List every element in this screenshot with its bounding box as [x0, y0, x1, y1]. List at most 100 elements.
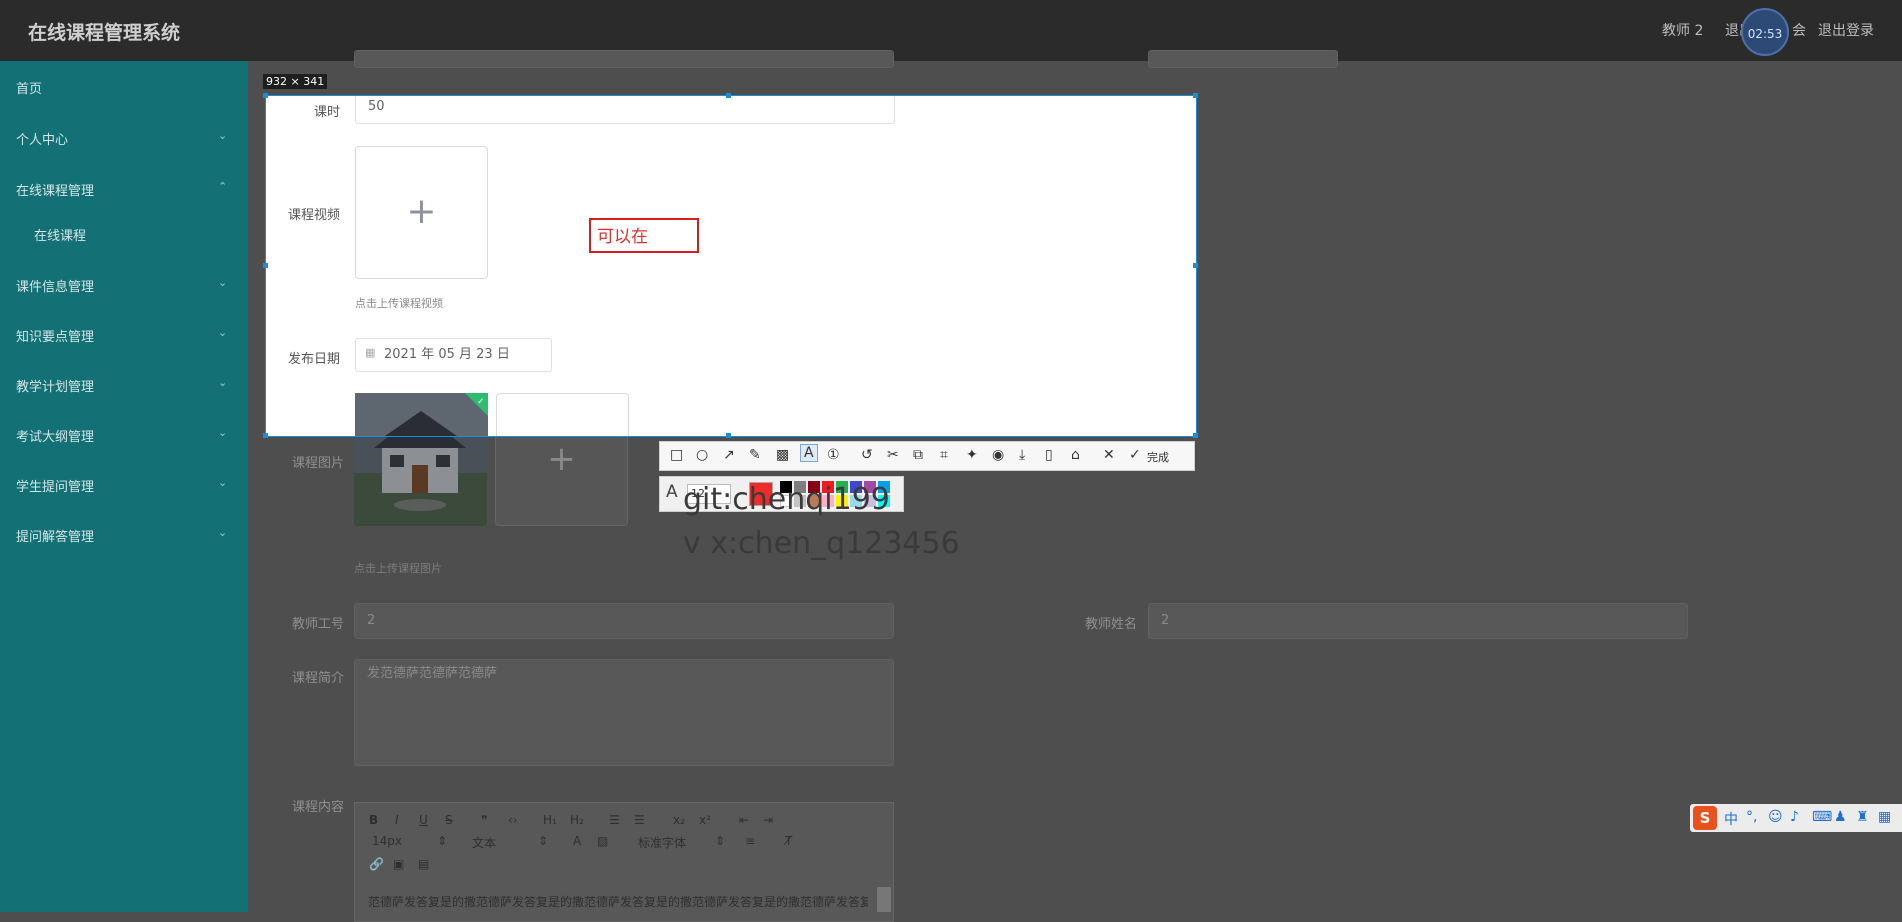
watermark-line-1: git:chenqi199: [683, 482, 890, 517]
resize-handle-ne[interactable]: [1193, 93, 1198, 98]
sidebar-item-course-mgmt[interactable]: 在线课程管理: [16, 180, 94, 199]
outdent-icon[interactable]: ⇤: [739, 813, 749, 827]
keyboard-icon[interactable]: ⌨: [1812, 809, 1832, 825]
align-icon[interactable]: ≡: [745, 834, 755, 848]
download-icon[interactable]: ⤓: [1019, 447, 1025, 463]
hidden-field-top-right[interactable]: [1148, 50, 1338, 68]
h2-button[interactable]: H₂: [570, 813, 584, 827]
hours-input[interactable]: 50: [355, 96, 895, 124]
sidebar-item-profile[interactable]: 个人中心: [16, 129, 68, 148]
editor-scrollbar[interactable]: [877, 887, 891, 912]
resize-handle-nw[interactable]: [263, 93, 268, 98]
resize-handle-se[interactable]: [1193, 433, 1198, 438]
ime-mode-icon[interactable]: 中: [1724, 809, 1738, 829]
teacher-no-input[interactable]: 2: [354, 603, 894, 639]
underline-button[interactable]: U: [419, 813, 428, 827]
image-upload-button-partial[interactable]: [496, 393, 629, 436]
resize-handle-s[interactable]: [726, 433, 731, 438]
top-bar: 在线课程管理系统 教师 2 退出 会 02:53 退出登录: [0, 0, 1902, 61]
resize-handle-w[interactable]: [263, 263, 268, 268]
chevron-down-icon: ⌄: [218, 129, 228, 142]
app-title: 在线课程管理系统: [28, 22, 181, 44]
superscript-button[interactable]: x²: [699, 813, 711, 827]
logout-link[interactable]: 退出登录: [1818, 20, 1874, 40]
sidebar-item-answers[interactable]: 提问解答管理: [16, 526, 94, 545]
sidebar-item-teaching-plan[interactable]: 教学计划管理: [16, 376, 94, 395]
check-icon[interactable]: ✓: [1129, 447, 1141, 463]
italic-button[interactable]: I: [395, 813, 399, 827]
background-color-icon[interactable]: ▨: [597, 834, 608, 848]
arrow-tool-icon[interactable]: ↗: [723, 447, 735, 463]
sidebar-item-knowledge[interactable]: 知识要点管理: [16, 326, 94, 345]
strike-button[interactable]: S: [445, 813, 453, 827]
svg-text:✓: ✓: [477, 397, 485, 407]
number-tool-icon[interactable]: ①: [827, 447, 840, 463]
capture-region[interactable]: 课时 50 课程视频 + 点击上传课程视频 发布日期 2021 年 05 月 2…: [265, 95, 1197, 437]
sogou-logo-icon[interactable]: S: [1693, 806, 1717, 830]
mosaic-tool-icon[interactable]: ▩: [776, 447, 789, 463]
chevron-up-icon: ⌃: [218, 180, 228, 193]
content-label: 课程内容: [291, 800, 344, 815]
intro-label: 课程简介: [291, 671, 344, 686]
intro-textarea[interactable]: 发范德萨范德萨范德萨: [354, 659, 894, 766]
skin-icon[interactable]: ♜: [1856, 809, 1869, 825]
mic-icon[interactable]: ♪: [1790, 809, 1799, 825]
ellipse-tool-icon[interactable]: ○: [696, 447, 708, 463]
text-tool-icon[interactable]: A: [800, 444, 818, 462]
image-icon[interactable]: ▣: [393, 857, 404, 871]
bookmark-icon[interactable]: ⌂: [1071, 447, 1080, 463]
menu-grid-icon[interactable]: ▦: [1878, 809, 1891, 825]
close-icon[interactable]: ✕: [1103, 447, 1115, 463]
chevron-down-icon: ⌄: [218, 376, 228, 389]
done-button[interactable]: 完成: [1147, 449, 1169, 465]
video-upload-button[interactable]: +: [355, 146, 488, 279]
code-icon[interactable]: ‹›: [508, 813, 518, 827]
resize-handle-sw[interactable]: [263, 433, 268, 438]
bullet-list-icon[interactable]: ☰: [634, 813, 645, 827]
bold-button[interactable]: B: [369, 813, 378, 827]
user-icon[interactable]: ♟: [1834, 809, 1847, 825]
sidebar-item-courseware[interactable]: 课件信息管理: [16, 276, 94, 295]
pencil-tool-icon[interactable]: ✎: [749, 447, 761, 463]
undo-icon[interactable]: ↺: [861, 447, 873, 463]
h1-button[interactable]: H₁: [543, 813, 557, 827]
sidebar-item-home[interactable]: 首页: [16, 78, 42, 97]
teacher-name-label: 教师姓名: [1084, 617, 1137, 632]
quote-icon[interactable]: ❞: [481, 813, 487, 827]
rectangle-tool-icon[interactable]: □: [670, 447, 683, 463]
resize-handle-n[interactable]: [726, 93, 731, 98]
scissors-tool-icon[interactable]: ✂: [887, 447, 899, 463]
font-color-icon[interactable]: A: [573, 834, 581, 848]
font-size-select[interactable]: 14px: [372, 834, 402, 848]
font-icon: A: [666, 482, 678, 502]
indent-icon[interactable]: ⇥: [763, 813, 773, 827]
font-family-select[interactable]: 标准字体: [638, 834, 686, 851]
watermark-line-2: v x:chen_q123456: [683, 526, 960, 561]
pin-icon[interactable]: ✦: [966, 447, 978, 463]
video-icon[interactable]: ▤: [418, 857, 429, 871]
chevron-updown-icon: ⇕: [538, 834, 549, 848]
copy-icon[interactable]: ▯: [1045, 447, 1053, 463]
link-icon[interactable]: 🔗: [369, 857, 384, 871]
editor-content[interactable]: 范德萨发答复是的撒范德萨发答复是的撒范德萨发答复是的撒范德萨发答复是的撒范德萨发…: [368, 893, 868, 910]
subscript-button[interactable]: x₂: [673, 813, 685, 827]
translate-tool-icon[interactable]: ⧉: [913, 447, 923, 463]
punctuation-icon[interactable]: °,: [1746, 809, 1757, 825]
text-type-select[interactable]: 文本: [472, 834, 496, 851]
clear-format-icon[interactable]: T̸: [785, 834, 792, 848]
crop-tool-icon[interactable]: ⌗: [940, 447, 948, 463]
text-annotation[interactable]: 可以在: [589, 218, 699, 253]
sidebar-item-exam-outline[interactable]: 考试大纲管理: [16, 426, 94, 445]
date-input[interactable]: 2021 年 05 月 23 日: [355, 338, 552, 372]
calendar-icon: ▦: [365, 346, 376, 359]
resize-handle-e[interactable]: [1193, 263, 1198, 268]
sidebar-item-student-questions[interactable]: 学生提问管理: [16, 476, 94, 495]
image-label: 课程图片: [291, 456, 344, 471]
recording-timer[interactable]: 02:53: [1741, 8, 1789, 56]
emoji-icon[interactable]: ☺: [1768, 809, 1783, 825]
sidebar-subitem-online-course[interactable]: 在线课程: [34, 225, 86, 244]
record-icon[interactable]: ◉: [992, 447, 1004, 463]
hidden-field-top[interactable]: [354, 50, 894, 68]
ordered-list-icon[interactable]: ☰: [609, 813, 620, 827]
teacher-name-input[interactable]: 2: [1148, 603, 1688, 639]
